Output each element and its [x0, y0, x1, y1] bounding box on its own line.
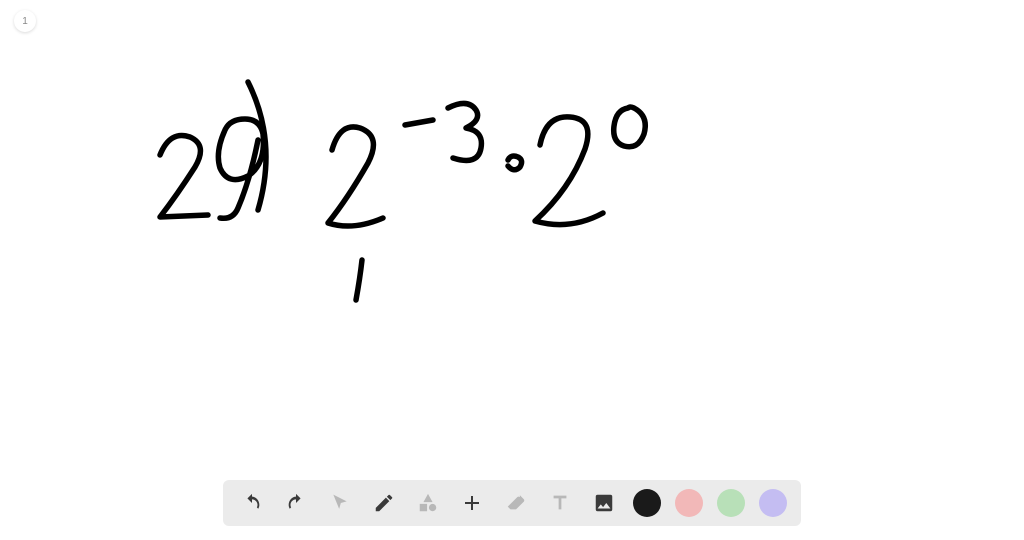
handwriting-base-2	[535, 117, 603, 225]
handwriting-exp-3	[448, 103, 481, 160]
pointer-tool[interactable]	[325, 488, 355, 518]
handwriting-exp-minus	[405, 120, 433, 125]
image-tool[interactable]	[589, 488, 619, 518]
handwriting-dot	[508, 156, 522, 170]
drawing-canvas[interactable]	[0, 0, 1024, 480]
handwriting-base-1	[328, 127, 383, 226]
toolbar	[223, 480, 801, 526]
add-tool[interactable]	[457, 488, 487, 518]
color-green[interactable]	[717, 489, 745, 517]
pencil-tool[interactable]	[369, 488, 399, 518]
color-black[interactable]	[633, 489, 661, 517]
handwriting-partial	[356, 260, 362, 300]
color-pink[interactable]	[675, 489, 703, 517]
color-purple[interactable]	[759, 489, 787, 517]
text-tool[interactable]	[545, 488, 575, 518]
handwriting-problem-number	[160, 119, 263, 218]
handwriting-exp-0	[614, 107, 646, 147]
eraser-tool[interactable]	[501, 488, 531, 518]
redo-button[interactable]	[281, 488, 311, 518]
shapes-tool[interactable]	[413, 488, 443, 518]
undo-button[interactable]	[237, 488, 267, 518]
